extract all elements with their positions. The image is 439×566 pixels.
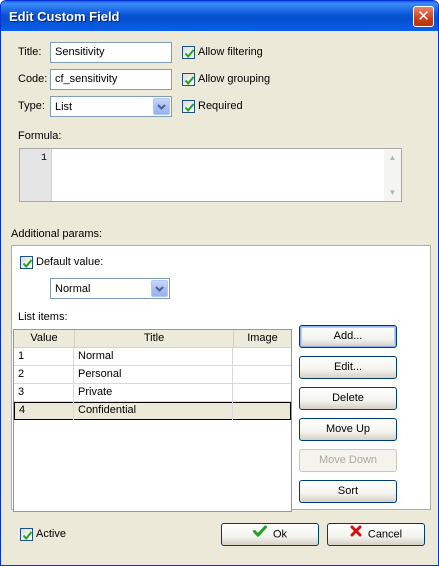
column-header-image[interactable]: Image — [233, 330, 291, 348]
check-icon — [184, 49, 195, 59]
allow-grouping-label: Allow grouping — [198, 73, 271, 85]
dialog-title: Edit Custom Field — [9, 9, 120, 24]
cell-value: 2 — [14, 366, 74, 384]
table-row[interactable]: 3 Private — [14, 384, 291, 402]
line-number-gutter: 1 — [20, 149, 52, 201]
code-input[interactable]: cf_sensitivity — [50, 69, 172, 90]
title-bar[interactable]: Edit Custom Field ✕ — [1, 1, 438, 31]
delete-button[interactable]: Delete — [299, 387, 397, 410]
title-label: Title: — [18, 46, 42, 58]
code-label: Code: — [18, 73, 48, 85]
active-checkbox[interactable] — [20, 528, 33, 541]
default-value-label: Default value: — [36, 256, 104, 268]
active-label: Active — [36, 528, 66, 540]
scroll-up-icon[interactable]: ▲ — [385, 150, 400, 165]
allow-grouping-checkbox[interactable] — [182, 73, 195, 86]
cell-title: Confidential — [74, 402, 233, 420]
sort-button[interactable]: Sort — [299, 480, 397, 503]
cell-image — [233, 348, 291, 366]
formula-editor[interactable]: 1 ▲ ▼ — [19, 148, 402, 202]
type-select-value: List — [55, 101, 73, 113]
default-value-checkbox[interactable] — [20, 256, 33, 269]
list-items-label: List items: — [18, 311, 68, 323]
chevron-down-icon[interactable] — [151, 280, 168, 297]
cancel-button[interactable]: Cancel — [327, 523, 425, 546]
cell-title: Personal — [74, 366, 233, 384]
table-row[interactable]: 2 Personal — [14, 366, 291, 384]
column-header-title[interactable]: Title — [74, 330, 233, 348]
required-label: Required — [198, 100, 243, 112]
close-icon: ✕ — [417, 8, 430, 25]
check-icon — [184, 103, 195, 113]
cell-image — [233, 366, 291, 384]
table-row[interactable]: 1 Normal — [14, 348, 291, 366]
move-up-button[interactable]: Move Up — [299, 418, 397, 441]
cell-value: 1 — [14, 348, 74, 366]
title-input[interactable]: Sensitivity — [50, 42, 172, 63]
chevron-down-icon[interactable] — [153, 98, 170, 115]
allow-filtering-checkbox[interactable] — [182, 46, 195, 59]
cell-image — [233, 402, 290, 420]
cancel-x-icon — [350, 524, 362, 545]
list-items-table[interactable]: Value Title Image 1 Normal 2 Personal 3 … — [13, 329, 292, 512]
cell-title: Normal — [74, 348, 233, 366]
type-select[interactable]: List — [50, 96, 172, 117]
check-icon — [184, 76, 195, 86]
formula-scrollbar[interactable]: ▲ ▼ — [384, 149, 401, 201]
ok-label: Ok — [272, 528, 288, 541]
cell-image — [233, 384, 291, 402]
add-button[interactable]: Add... — [299, 325, 397, 348]
cell-title: Private — [74, 384, 233, 402]
check-icon — [22, 259, 33, 269]
check-icon — [22, 531, 33, 541]
line-number: 1 — [40, 153, 47, 164]
edit-button[interactable]: Edit... — [299, 356, 397, 379]
cancel-label: Cancel — [367, 528, 403, 541]
close-button[interactable]: ✕ — [413, 6, 434, 27]
default-value-select[interactable]: Normal — [50, 278, 170, 299]
allow-filtering-label: Allow filtering — [198, 46, 263, 58]
additional-params-label: Additional params: — [11, 228, 103, 240]
type-label: Type: — [18, 100, 45, 112]
default-value-select-value: Normal — [55, 283, 91, 295]
required-checkbox[interactable] — [182, 100, 195, 113]
cell-value: 3 — [14, 384, 74, 402]
cell-value: 4 — [15, 402, 74, 420]
ok-button[interactable]: Ok — [221, 523, 319, 546]
edit-custom-field-dialog: Edit Custom Field ✕ Title: Sensitivity C… — [0, 0, 439, 566]
formula-label: Formula: — [18, 130, 62, 142]
move-down-button: Move Down — [299, 449, 397, 472]
ok-check-icon — [252, 524, 267, 545]
table-row-selected[interactable]: 4 Confidential — [14, 402, 291, 420]
column-header-value[interactable]: Value — [14, 330, 74, 348]
scroll-down-icon[interactable]: ▼ — [385, 185, 400, 200]
